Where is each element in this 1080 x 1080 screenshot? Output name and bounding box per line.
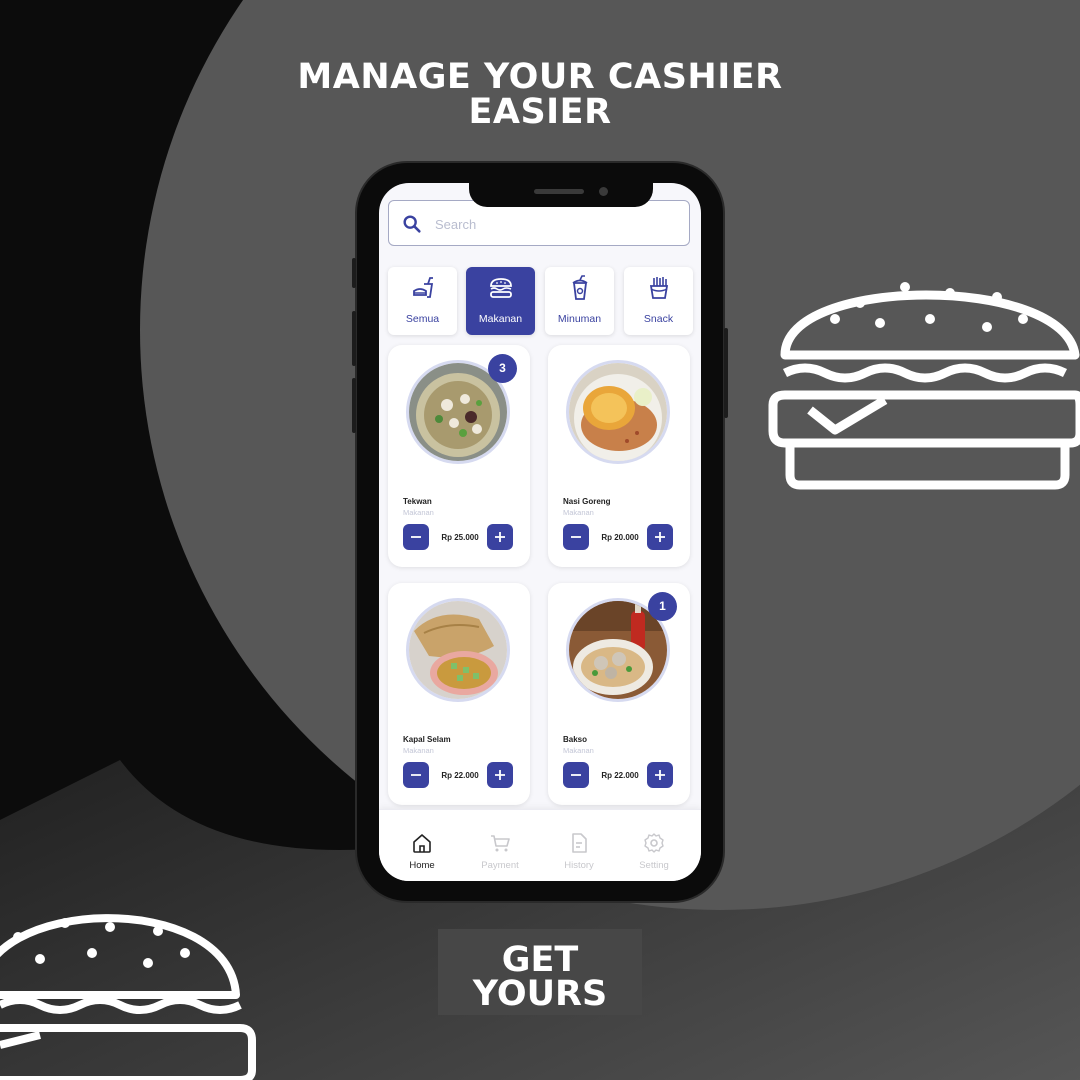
product-card-tekwan[interactable]: 3 Tekwan Makanan Rp 25.000 (388, 345, 530, 567)
cart-icon (491, 835, 510, 852)
product-category: Makanan (403, 508, 434, 517)
headline-line-2: EASIER (468, 92, 612, 132)
product-price: Rp 20.000 (601, 533, 639, 542)
front-camera (599, 187, 608, 196)
category-makanan[interactable]: Makanan (466, 267, 535, 335)
category-snack[interactable]: Snack (624, 267, 693, 335)
burger-icon (490, 278, 512, 298)
nav-label: History (564, 860, 594, 871)
nav-label: Setting (639, 860, 669, 871)
search-input[interactable] (433, 211, 677, 237)
nav-label: Home (409, 860, 435, 871)
phone-side-button (352, 311, 356, 366)
nav-setting[interactable]: Setting (624, 832, 684, 871)
increase-button[interactable] (487, 524, 513, 550)
minus-icon (571, 774, 581, 776)
category-semua[interactable]: Semua (388, 267, 457, 335)
category-label: Minuman (557, 313, 602, 325)
phone-side-button (724, 328, 728, 418)
promo-headline: MANAGE YOUR CASHIER EASIER (0, 60, 1080, 130)
product-card-kapal-selam[interactable]: Kapal Selam Makanan Rp 22.000 (388, 583, 530, 805)
product-name: Bakso (563, 735, 588, 744)
nav-home[interactable]: Home (392, 832, 452, 871)
minus-icon (571, 536, 581, 538)
headline-line-1: MANAGE YOUR CASHIER (297, 57, 783, 97)
product-price: Rp 22.000 (601, 771, 639, 780)
nav-payment[interactable]: Payment (470, 832, 530, 871)
get-yours-button[interactable]: GET YOURS (438, 929, 642, 1015)
search-icon (403, 215, 421, 233)
home-icon (413, 834, 431, 853)
nav-history[interactable]: History (549, 832, 609, 871)
decrease-button[interactable] (563, 762, 589, 788)
burger-outline-icon (768, 282, 1080, 490)
cta-line-1: GET (501, 939, 579, 980)
plus-icon (495, 532, 505, 542)
product-category: Makanan (563, 746, 594, 755)
product-card-bakso[interactable]: 1 Bakso Makanan Rp 22.000 (548, 583, 690, 805)
product-card-nasi-goreng[interactable]: Nasi Goreng Makanan Rp 20.000 (548, 345, 690, 567)
increase-button[interactable] (647, 524, 673, 550)
product-price: Rp 25.000 (441, 533, 479, 542)
nav-label: Payment (481, 860, 519, 871)
decrease-button[interactable] (403, 762, 429, 788)
phone-side-button (352, 378, 356, 433)
decrease-button[interactable] (403, 524, 429, 550)
product-price: Rp 22.000 (441, 771, 479, 780)
category-minuman[interactable]: Minuman (545, 267, 614, 335)
plus-icon (655, 770, 665, 780)
gear-icon (644, 833, 664, 853)
product-category: Makanan (563, 508, 594, 517)
minus-icon (411, 536, 421, 538)
product-name: Kapal Selam (403, 735, 451, 744)
decrease-button[interactable] (563, 524, 589, 550)
quantity-badge: 3 (488, 354, 517, 383)
increase-button[interactable] (487, 762, 513, 788)
product-name: Nasi Goreng (563, 497, 611, 506)
food-image-kapal-selam (406, 598, 510, 702)
food-image-nasi-goreng (566, 360, 670, 464)
minus-icon (411, 774, 421, 776)
increase-button[interactable] (647, 762, 673, 788)
quantity-badge: 1 (648, 592, 677, 621)
plus-icon (495, 770, 505, 780)
phone-side-button (352, 258, 356, 288)
product-name: Tekwan (403, 497, 432, 506)
category-label: Makanan (478, 313, 523, 325)
category-label: Snack (643, 313, 674, 325)
phone-mockup: Semua Makanan Minuman (352, 163, 728, 901)
bottom-navigation: Home Payment History Setting (379, 809, 701, 881)
document-icon (572, 833, 587, 853)
app-screen: Semua Makanan Minuman (379, 183, 701, 881)
plus-icon (655, 532, 665, 542)
drink-icon (572, 275, 588, 300)
product-category: Makanan (403, 746, 434, 755)
category-label: Semua (405, 313, 440, 325)
fries-icon (649, 277, 669, 299)
fastfood-icon (413, 277, 434, 298)
burger-outline-icon (0, 914, 256, 1080)
phone-notch (469, 183, 653, 207)
category-tabs: Semua Makanan Minuman Snack (388, 267, 694, 335)
cta-line-2: YOURS (472, 973, 608, 1014)
speaker (534, 189, 584, 194)
